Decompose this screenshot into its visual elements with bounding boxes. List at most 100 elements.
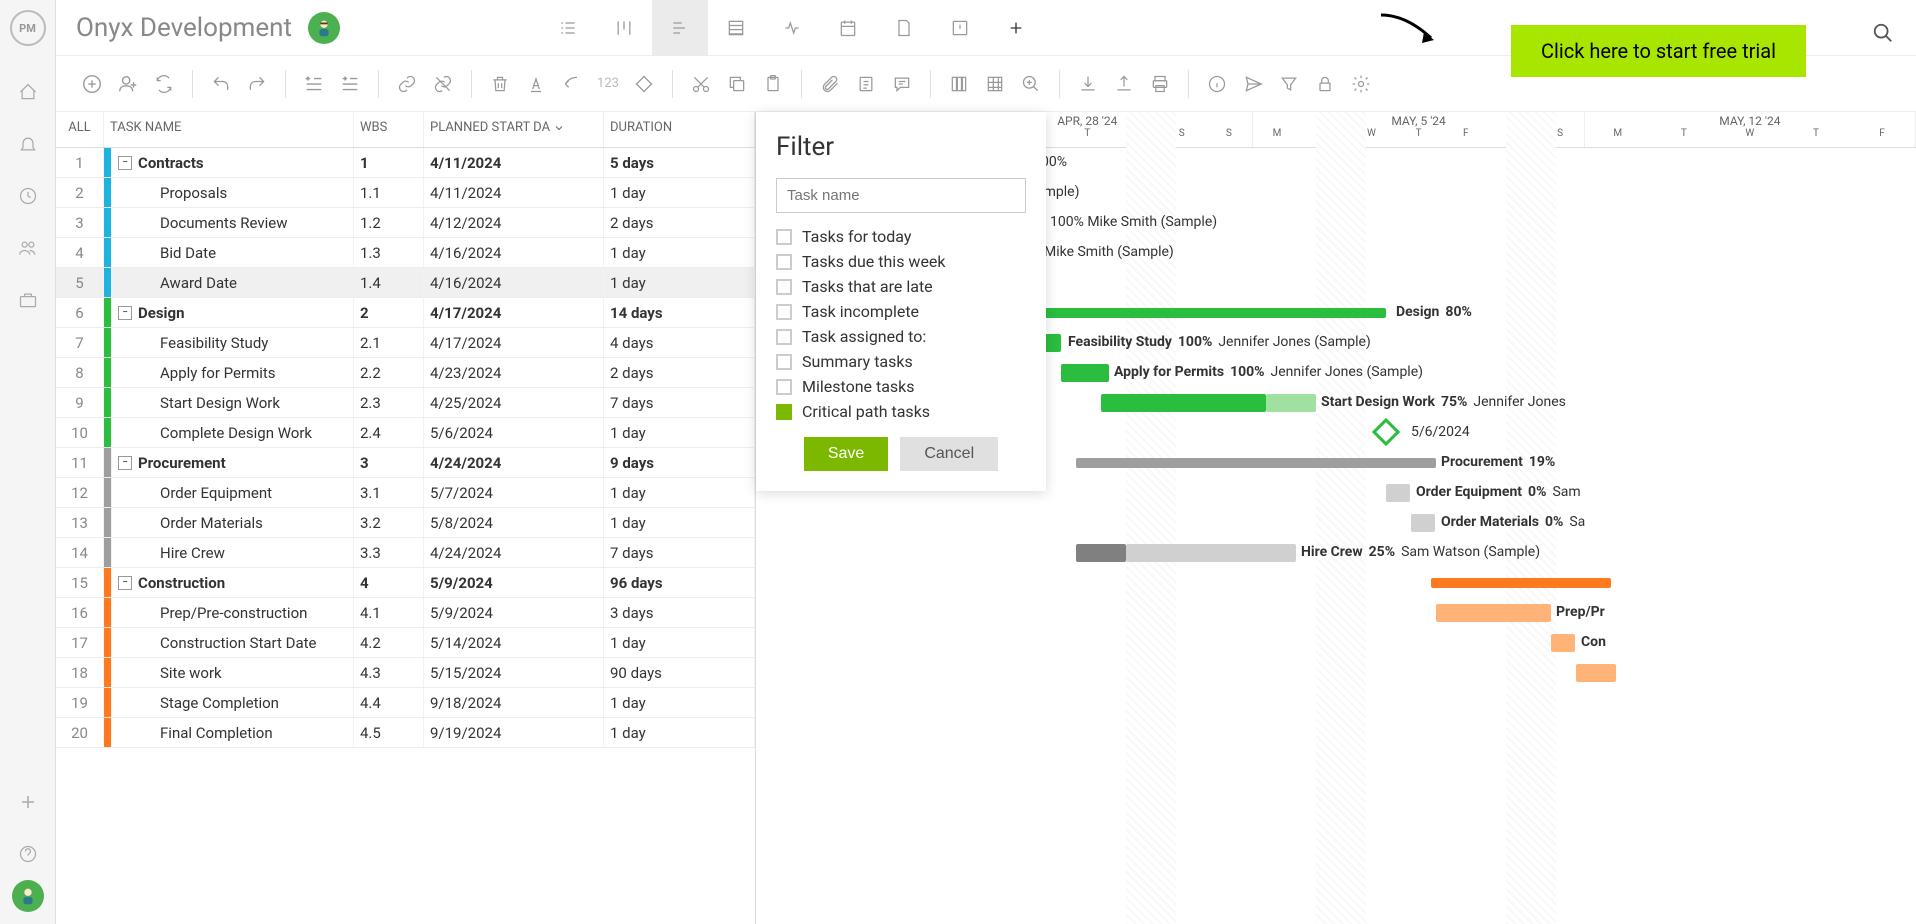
help-icon[interactable]: [16, 842, 40, 866]
lock-icon[interactable]: [1309, 68, 1341, 100]
text-color-icon[interactable]: [520, 68, 552, 100]
checkbox-icon[interactable]: [776, 354, 792, 370]
task-name-cell[interactable]: −Contracts: [112, 148, 354, 177]
paste-icon[interactable]: [757, 68, 789, 100]
trial-button[interactable]: Click here to start free trial: [1511, 25, 1806, 77]
user-avatar[interactable]: [12, 880, 44, 912]
filter-option[interactable]: Summary tasks: [776, 352, 1026, 371]
task-row[interactable]: 18 Site work 4.3 5/15/2024 90 days: [56, 658, 755, 688]
task-name-cell[interactable]: Site work: [112, 658, 354, 687]
checkbox-icon[interactable]: [776, 304, 792, 320]
filter-cancel-button[interactable]: Cancel: [900, 437, 998, 471]
info-icon[interactable]: [1201, 68, 1233, 100]
comment-icon[interactable]: [886, 68, 918, 100]
filter-option[interactable]: Critical path tasks: [776, 402, 1026, 421]
milestone-icon[interactable]: [628, 68, 660, 100]
task-row[interactable]: 16 Prep/Pre-construction 4.1 5/9/2024 3 …: [56, 598, 755, 628]
project-avatar[interactable]: [308, 12, 340, 44]
indent-icon[interactable]: [334, 68, 366, 100]
task-name-cell[interactable]: Stage Completion: [112, 688, 354, 717]
task-row[interactable]: 5 Award Date 1.4 4/16/2024 1 day: [56, 268, 755, 298]
filter-option[interactable]: Task assigned to:: [776, 327, 1026, 346]
task-row[interactable]: 14 Hire Crew 3.3 4/24/2024 7 days: [56, 538, 755, 568]
task-row[interactable]: 19 Stage Completion 4.4 9/18/2024 1 day: [56, 688, 755, 718]
bell-icon[interactable]: [16, 132, 40, 156]
zoom-icon[interactable]: [1015, 68, 1047, 100]
briefcase-icon[interactable]: [16, 288, 40, 312]
task-name-cell[interactable]: Prep/Pre-construction: [112, 598, 354, 627]
risk-view-icon[interactable]: [932, 0, 988, 56]
home-icon[interactable]: [16, 80, 40, 104]
col-start[interactable]: PLANNED START DA: [424, 112, 604, 147]
copy-icon[interactable]: [721, 68, 753, 100]
task-row[interactable]: 17 Construction Start Date 4.2 5/14/2024…: [56, 628, 755, 658]
gantt-bar[interactable]: [1431, 578, 1611, 588]
task-row[interactable]: 8 Apply for Permits 2.2 4/23/2024 2 days: [56, 358, 755, 388]
unlink-icon[interactable]: [427, 68, 459, 100]
clock-icon[interactable]: [16, 184, 40, 208]
activity-view-icon[interactable]: [764, 0, 820, 56]
number-icon[interactable]: 123: [592, 68, 624, 100]
task-name-cell[interactable]: Order Equipment: [112, 478, 354, 507]
task-name-cell[interactable]: −Procurement: [112, 448, 354, 477]
gantt-bar[interactable]: [1126, 544, 1296, 562]
collapse-icon[interactable]: −: [118, 156, 132, 170]
checkbox-icon[interactable]: [776, 404, 792, 420]
task-name-cell[interactable]: Order Materials: [112, 508, 354, 537]
task-row[interactable]: 2 Proposals 1.1 4/11/2024 1 day: [56, 178, 755, 208]
task-name-cell[interactable]: Proposals: [112, 178, 354, 207]
filter-option[interactable]: Tasks that are late: [776, 277, 1026, 296]
calendar-view-icon[interactable]: [820, 0, 876, 56]
checkbox-icon[interactable]: [776, 229, 792, 245]
task-name-cell[interactable]: Final Completion: [112, 718, 354, 747]
filter-icon[interactable]: [1273, 68, 1305, 100]
task-row[interactable]: 6 −Design 2 4/17/2024 14 days: [56, 298, 755, 328]
refresh-icon[interactable]: [148, 68, 180, 100]
filter-option[interactable]: Tasks due this week: [776, 252, 1026, 271]
task-row[interactable]: 10 Complete Design Work 2.4 5/6/2024 1 d…: [56, 418, 755, 448]
filter-option[interactable]: Tasks for today: [776, 227, 1026, 246]
task-row[interactable]: 11 −Procurement 3 4/24/2024 9 days: [56, 448, 755, 478]
task-row[interactable]: 4 Bid Date 1.3 4/16/2024 1 day: [56, 238, 755, 268]
filter-option[interactable]: Task incomplete: [776, 302, 1026, 321]
gantt-bar[interactable]: [1076, 544, 1126, 562]
task-row[interactable]: 13 Order Materials 3.2 5/8/2024 1 day: [56, 508, 755, 538]
delete-icon[interactable]: [484, 68, 516, 100]
attachment-icon[interactable]: [814, 68, 846, 100]
logo[interactable]: PM: [10, 10, 46, 46]
collapse-icon[interactable]: −: [118, 456, 132, 470]
task-row[interactable]: 20 Final Completion 4.5 9/19/2024 1 day: [56, 718, 755, 748]
settings-icon[interactable]: [1345, 68, 1377, 100]
gantt-bar[interactable]: [1101, 394, 1266, 412]
task-name-cell[interactable]: −Design: [112, 298, 354, 327]
task-row[interactable]: 7 Feasibility Study 2.1 4/17/2024 4 days: [56, 328, 755, 358]
gantt-bar[interactable]: [1551, 634, 1575, 652]
link-icon[interactable]: [391, 68, 423, 100]
collapse-icon[interactable]: −: [118, 576, 132, 590]
outdent-icon[interactable]: [298, 68, 330, 100]
task-row[interactable]: 3 Documents Review 1.2 4/12/2024 2 days: [56, 208, 755, 238]
col-all[interactable]: ALL: [56, 112, 104, 147]
checkbox-icon[interactable]: [776, 379, 792, 395]
gantt-bar[interactable]: [1436, 604, 1551, 622]
send-icon[interactable]: [1237, 68, 1269, 100]
gantt-bar[interactable]: [1061, 364, 1109, 382]
cut-icon[interactable]: [685, 68, 717, 100]
task-name-cell[interactable]: Documents Review: [112, 208, 354, 237]
checkbox-icon[interactable]: [776, 254, 792, 270]
task-name-cell[interactable]: Hire Crew: [112, 538, 354, 567]
collapse-icon[interactable]: −: [118, 306, 132, 320]
milestone-diamond[interactable]: [1372, 418, 1400, 446]
task-name-cell[interactable]: −Construction: [112, 568, 354, 597]
filter-option[interactable]: Milestone tasks: [776, 377, 1026, 396]
col-wbs[interactable]: WBS: [354, 112, 424, 147]
import-icon[interactable]: [1072, 68, 1104, 100]
gantt-view-icon[interactable]: [652, 0, 708, 56]
col-duration[interactable]: DURATION: [604, 112, 755, 147]
assign-icon[interactable]: [112, 68, 144, 100]
filter-save-button[interactable]: Save: [804, 437, 888, 471]
task-name-cell[interactable]: Complete Design Work: [112, 418, 354, 447]
task-row[interactable]: 1 −Contracts 1 4/11/2024 5 days: [56, 148, 755, 178]
filter-task-name-input[interactable]: [776, 178, 1026, 213]
gantt-bar[interactable]: [1576, 664, 1616, 682]
